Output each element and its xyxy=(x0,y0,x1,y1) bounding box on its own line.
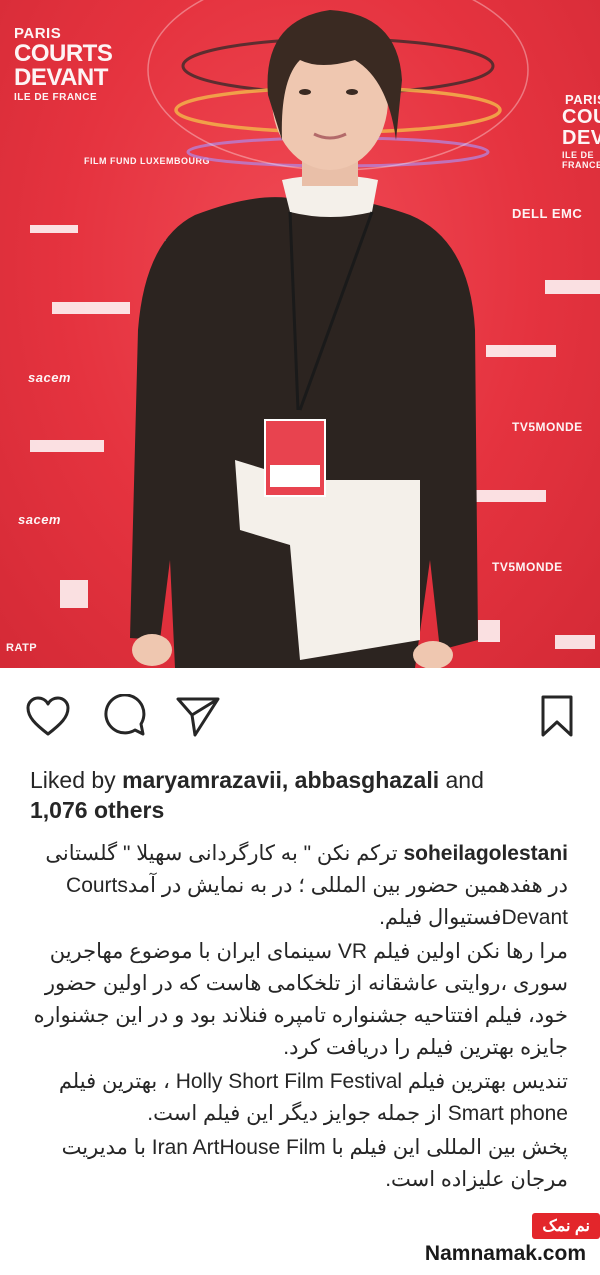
watermark-site: Namnamak.com xyxy=(420,1242,590,1266)
caption-paragraph-4: پخش بین المللی این فیلم با Iran ArtHouse… xyxy=(61,1136,568,1191)
likes-summary: Liked by maryamrazavii, abbasghazali and… xyxy=(30,765,570,825)
like-button[interactable] xyxy=(22,690,74,742)
comment-icon xyxy=(104,694,146,736)
post-photo[interactable]: PARIS COURTS DEVANT ILE DE FRANCE PARIS … xyxy=(0,0,600,668)
likes-prefix: Liked by xyxy=(30,767,123,793)
share-icon xyxy=(176,697,220,737)
watermark-badge: نم نمک xyxy=(532,1213,600,1239)
likes-and: and xyxy=(439,767,484,793)
likes-count[interactable]: 1,076 others xyxy=(30,797,164,823)
caption-paragraph-2: مرا رها نکن اولین فیلم VR سینمای ایران ب… xyxy=(33,940,568,1059)
site-watermark: نم نمک Namnamak.com xyxy=(408,1208,600,1275)
caption-paragraph-3: تندیس بهترین فیلم Holly Short Film Festi… xyxy=(58,1070,568,1125)
comment-button[interactable] xyxy=(98,690,150,742)
share-button[interactable] xyxy=(172,690,224,742)
post-caption: soheilagolestani ترکم نکن " به کارگردانی… xyxy=(28,838,568,1198)
heart-icon xyxy=(26,696,70,736)
liked-by-users[interactable]: maryamrazavii, abbasghazali xyxy=(122,767,439,793)
woman-figure xyxy=(30,0,600,668)
post-action-bar xyxy=(0,690,600,750)
caption-username[interactable]: soheilagolestani xyxy=(403,842,568,865)
save-button[interactable] xyxy=(531,690,583,742)
caption-paragraph-1: soheilagolestani ترکم نکن " به کارگردانی… xyxy=(28,838,568,934)
bookmark-icon xyxy=(541,695,573,737)
